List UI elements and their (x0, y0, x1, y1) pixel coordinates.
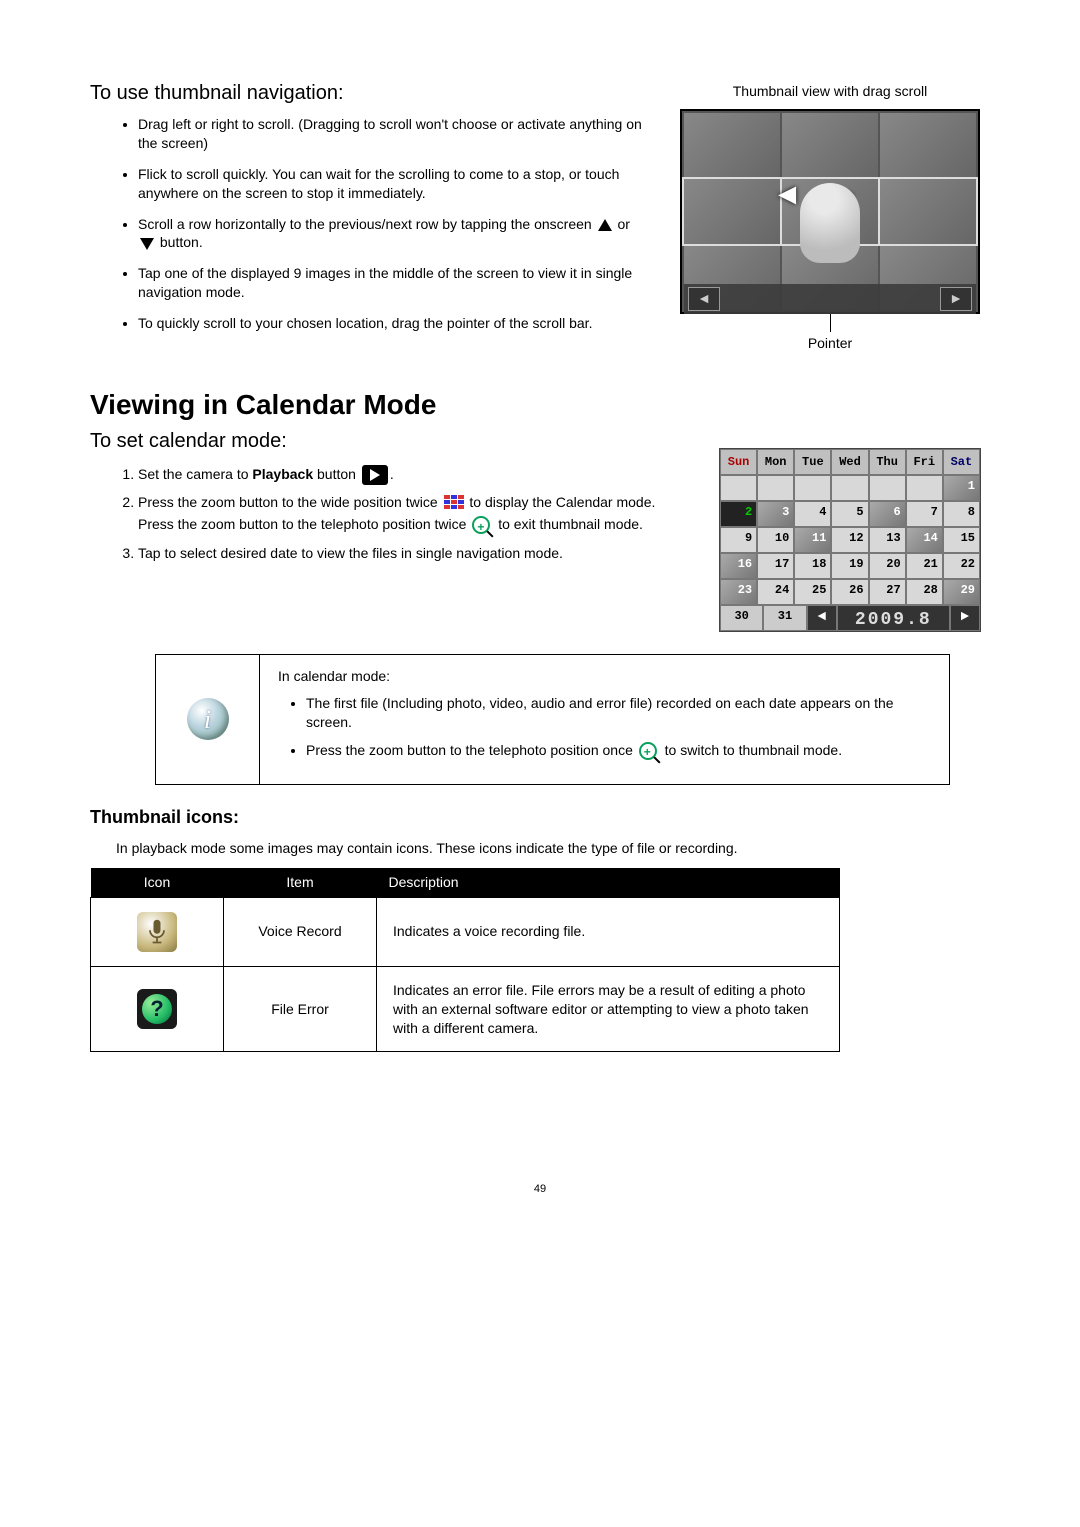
cal-day-header: Tue (794, 449, 831, 475)
table-row: ? File Error Indicates an error file. Fi… (91, 966, 840, 1052)
cal-cell[interactable]: 14 (906, 527, 943, 553)
info-bullet-1: The first file (Including photo, video, … (306, 694, 931, 732)
cal-day-header: Thu (869, 449, 906, 475)
cal-cell[interactable]: 26 (831, 579, 868, 605)
thumbnail-grid-icon (444, 495, 464, 511)
bullet-scroll-row: Scroll a row horizontally to the previou… (138, 215, 645, 253)
cal-cell (869, 475, 906, 501)
cal-cell[interactable]: 27 (869, 579, 906, 605)
hand-pointer-icon (800, 183, 860, 263)
scroll-left-button[interactable]: ◄ (688, 287, 720, 311)
cal-day-header: Fri (906, 449, 943, 475)
cal-prev-month-button[interactable]: ◄ (807, 605, 837, 631)
row-1-item: Voice Record (224, 897, 377, 966)
cal-cell[interactable]: 4 (794, 501, 831, 527)
cal-cell (906, 475, 943, 501)
step-2: Press the zoom button to the wide positi… (138, 491, 685, 536)
cal-cell[interactable]: 21 (906, 553, 943, 579)
col-icon: Icon (91, 868, 224, 897)
bullet-drag-pointer: To quickly scroll to your chosen locatio… (138, 314, 645, 333)
thumbnail-icons-table: Icon Item Description Voice Record Indic… (90, 868, 840, 1053)
zoom-in-icon: + (472, 516, 492, 536)
step-1: Set the camera to Playback button . (138, 463, 685, 485)
row-2-desc: Indicates an error file. File errors may… (377, 966, 840, 1052)
playback-icon (362, 465, 388, 485)
cal-cell[interactable]: 1 (943, 475, 980, 501)
cal-cell[interactable]: 24 (757, 579, 794, 605)
cal-cell[interactable]: 15 (943, 527, 980, 553)
cal-cell[interactable]: 28 (906, 579, 943, 605)
row-2-item: File Error (224, 966, 377, 1052)
calendar-mode-title: Viewing in Calendar Mode (90, 386, 990, 424)
cal-cell (720, 475, 757, 501)
cal-cell[interactable]: 19 (831, 553, 868, 579)
col-item: Item (224, 868, 377, 897)
thumbnail-icons-intro: In playback mode some images may contain… (116, 839, 990, 858)
bullet-flick: Flick to scroll quickly. You can wait fo… (138, 165, 645, 203)
zoom-in-icon: + (639, 742, 659, 762)
cal-cell[interactable]: 20 (869, 553, 906, 579)
cal-cell[interactable]: 6 (869, 501, 906, 527)
cal-year-month: 2009.8 (837, 605, 950, 631)
calendar-view-illustration: SunMonTueWedThuFriSat 123456789101112131… (719, 448, 981, 632)
info-box: i In calendar mode: The first file (Incl… (155, 654, 950, 785)
cal-day-header: Wed (831, 449, 868, 475)
cal-day-header: Sat (943, 449, 980, 475)
cal-cell[interactable]: 7 (906, 501, 943, 527)
cal-cell[interactable]: 17 (757, 553, 794, 579)
voice-record-icon (137, 912, 177, 952)
col-desc: Description (377, 868, 840, 897)
thumbnail-nav-bullet-list: Drag left or right to scroll. (Dragging … (90, 115, 645, 333)
cal-day-header: Mon (757, 449, 794, 475)
cal-cell[interactable]: 13 (869, 527, 906, 553)
cal-cell[interactable]: 5 (831, 501, 868, 527)
thumbnail-icons-heading: Thumbnail icons: (90, 805, 990, 829)
thumbnail-view-illustration: ◄► ◄ ► (680, 109, 980, 314)
triangle-up-icon (598, 219, 612, 231)
cal-cell[interactable]: 18 (794, 553, 831, 579)
cal-cell-30[interactable]: 30 (720, 605, 763, 631)
row-1-desc: Indicates a voice recording file. (377, 897, 840, 966)
cal-cell[interactable]: 9 (720, 527, 757, 553)
set-calendar-subtitle: To set calendar mode: (90, 428, 685, 455)
pointer-label: Pointer (670, 334, 990, 353)
step-3: Tap to select desired date to view the f… (138, 542, 685, 564)
bullet-tap-image: Tap one of the displayed 9 images in the… (138, 264, 645, 302)
cal-day-header: Sun (720, 449, 757, 475)
info-lead: In calendar mode: (278, 667, 931, 686)
cal-cell-31[interactable]: 31 (763, 605, 806, 631)
table-row: Voice Record Indicates a voice recording… (91, 897, 840, 966)
cal-cell[interactable]: 12 (831, 527, 868, 553)
triangle-down-icon (140, 238, 154, 250)
cal-cell[interactable]: 10 (757, 527, 794, 553)
thumbnail-caption: Thumbnail view with drag scroll (670, 82, 990, 101)
cal-cell[interactable]: 29 (943, 579, 980, 605)
cal-cell[interactable]: 23 (720, 579, 757, 605)
calendar-steps-list: Set the camera to Playback button . Pres… (90, 463, 685, 565)
cal-cell[interactable]: 3 (757, 501, 794, 527)
cal-cell (831, 475, 868, 501)
cal-cell[interactable]: 25 (794, 579, 831, 605)
file-error-icon: ? (137, 989, 177, 1029)
cal-cell[interactable]: 22 (943, 553, 980, 579)
cal-cell (794, 475, 831, 501)
cal-cell[interactable]: 2 (720, 501, 757, 527)
cal-cell[interactable]: 8 (943, 501, 980, 527)
cal-cell[interactable]: 11 (794, 527, 831, 553)
cal-cell (757, 475, 794, 501)
thumbnail-nav-heading: To use thumbnail navigation: (90, 80, 645, 107)
cal-cell[interactable]: 16 (720, 553, 757, 579)
scroll-right-button[interactable]: ► (940, 287, 972, 311)
bullet-drag: Drag left or right to scroll. (Dragging … (138, 115, 645, 153)
cal-next-month-button[interactable]: ► (950, 605, 980, 631)
page-number: 49 (90, 1182, 990, 1197)
info-icon: i (187, 698, 229, 740)
info-bullet-2: Press the zoom button to the telephoto p… (306, 741, 931, 761)
